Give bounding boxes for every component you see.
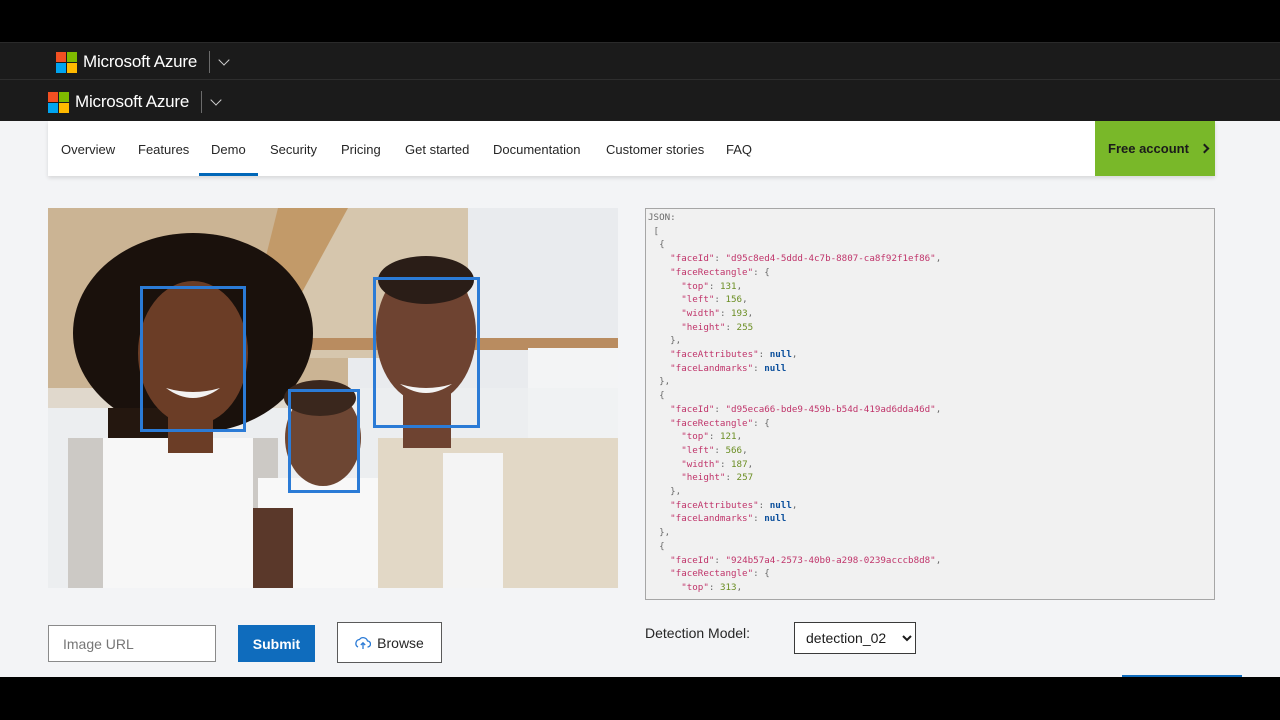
upload-icon <box>355 636 372 649</box>
face-width: 187 <box>731 458 748 470</box>
face-top: 121 <box>719 431 737 443</box>
face-id: d95eca66-bde9-459b-b54d-419ad6dda46d <box>731 403 931 415</box>
chevron-down-icon[interactable] <box>218 53 230 66</box>
chevron-down-icon[interactable] <box>210 93 222 106</box>
face-landmarks: null <box>764 513 787 525</box>
image-url-input[interactable] <box>48 625 216 662</box>
divider <box>209 51 211 73</box>
product-nav: Overview Features Demo Security Pricing … <box>48 121 1215 176</box>
json-label: JSON: <box>648 212 676 223</box>
face-width: 193 <box>731 307 748 319</box>
face-attributes: null <box>769 499 792 511</box>
nav-demo[interactable]: Demo <box>199 121 258 176</box>
nav-customer-stories[interactable]: Customer stories <box>606 121 704 176</box>
divider <box>201 91 203 113</box>
brand-name: Microsoft Azure <box>83 52 198 71</box>
brand-name: Microsoft Azure <box>75 92 190 111</box>
face-top: 131 <box>719 280 737 292</box>
browse-button[interactable]: Browse <box>337 622 442 663</box>
top-header-duplicate: Microsoft Azure <box>0 42 1280 79</box>
chevron-right-icon <box>1199 143 1210 154</box>
brand[interactable]: Microsoft Azure <box>48 91 222 113</box>
nav-get-started[interactable]: Get started <box>405 121 469 176</box>
page-content: Overview Features Demo Security Pricing … <box>0 121 1280 677</box>
free-account-button[interactable]: Free account <box>1095 121 1215 176</box>
video-frame: Microsoft Azure Microsoft Azure Overview… <box>0 0 1280 720</box>
nav-pricing[interactable]: Pricing <box>341 121 381 176</box>
microsoft-logo-icon <box>56 51 77 73</box>
face-left: 156 <box>725 294 743 306</box>
nav-faq[interactable]: FAQ <box>726 121 752 176</box>
nav-documentation[interactable]: Documentation <box>493 121 580 176</box>
brand[interactable]: Microsoft Azure <box>56 51 230 73</box>
top-header: Microsoft Azure <box>0 79 1280 121</box>
face-top: 313 <box>719 581 737 593</box>
detection-model-select[interactable]: detection_02 <box>794 622 916 654</box>
browse-label: Browse <box>377 634 424 651</box>
json-output-panel[interactable]: JSON: [ { "faceId": "d95c8ed4-5ddd-4c7b-… <box>645 208 1215 600</box>
free-account-label: Free account <box>1108 141 1189 156</box>
json-output: JSON: [ { "faceId": "d95c8ed4-5ddd-4c7b-… <box>648 212 942 593</box>
face-bounding-box <box>140 286 246 432</box>
face-attributes: null <box>769 349 792 361</box>
face-bounding-box <box>373 277 480 428</box>
face-left: 566 <box>725 444 743 456</box>
nav-security[interactable]: Security <box>270 121 317 176</box>
detection-model-label: Detection Model: <box>645 625 751 641</box>
face-id: d95c8ed4-5ddd-4c7b-8807-ca8f92f1ef86 <box>731 253 931 265</box>
submit-button[interactable]: Submit <box>238 625 315 662</box>
face-height: 257 <box>736 472 754 484</box>
face-id: 924b57a4-2573-40b0-a298-0239acccb8d8 <box>731 554 931 566</box>
face-height: 255 <box>736 321 754 333</box>
face-bounding-box <box>288 389 360 493</box>
sample-face-image <box>48 208 618 588</box>
face-landmarks: null <box>764 362 787 374</box>
partial-button-edge <box>1122 675 1242 677</box>
nav-overview[interactable]: Overview <box>61 121 115 176</box>
microsoft-logo-icon <box>48 91 69 113</box>
nav-features[interactable]: Features <box>138 121 189 176</box>
